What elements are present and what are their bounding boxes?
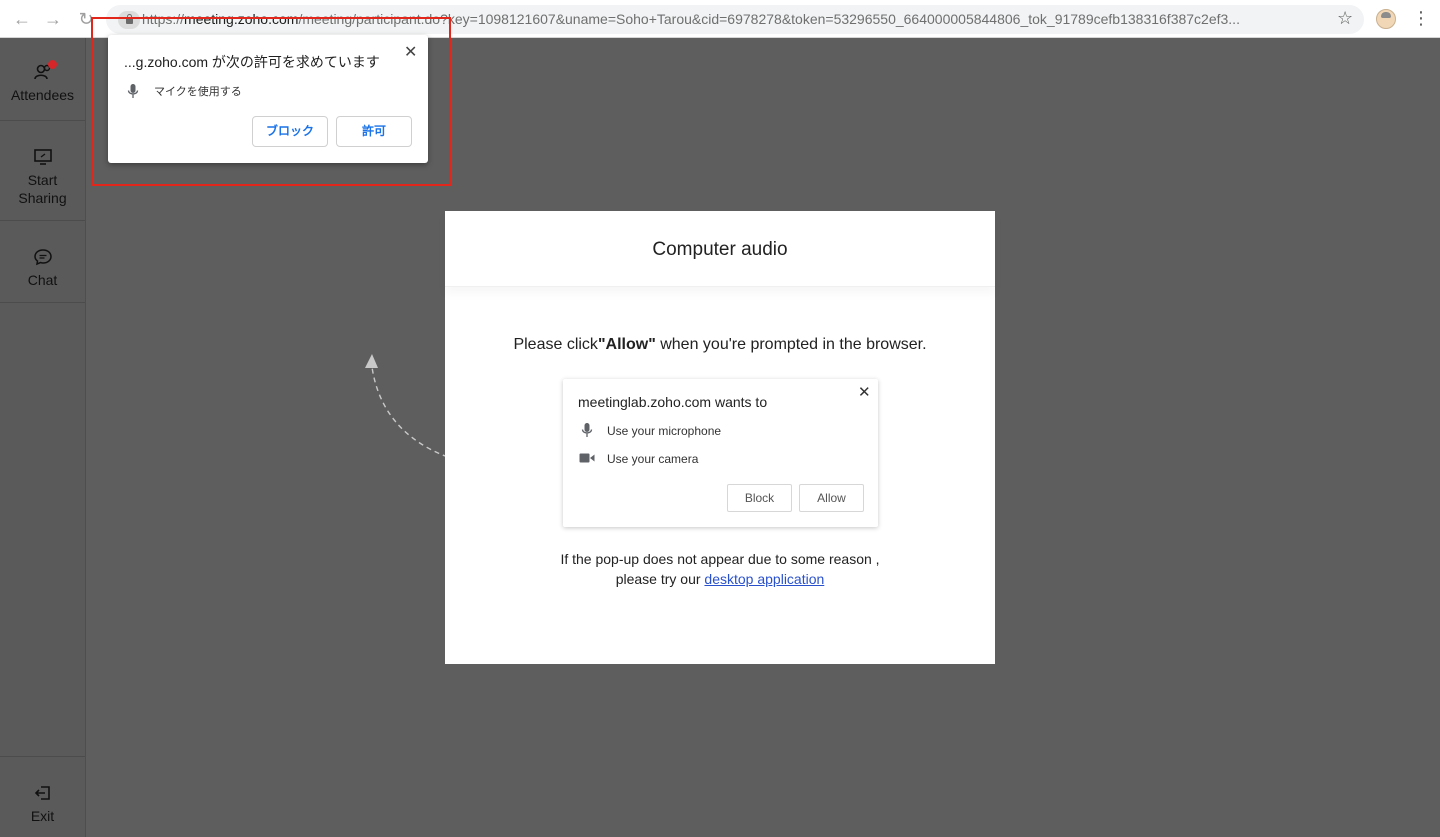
- permission-illustration: meetinglab.zoho.com wants to ✕ Use your …: [563, 379, 878, 527]
- sidebar-item-chat[interactable]: Chat: [0, 221, 85, 303]
- modal-instruction: Please click"Allow" when you're prompted…: [513, 336, 927, 353]
- screen-share-icon: [33, 149, 52, 165]
- illustration-mic-line: Use your microphone: [607, 424, 722, 438]
- sidebar-label-exit: Exit: [30, 808, 55, 824]
- meeting-sidebar: Attendees Start Sharing Chat Exit: [0, 38, 86, 837]
- exit-icon: [34, 786, 50, 800]
- desktop-application-link[interactable]: desktop application: [704, 571, 824, 587]
- camera-icon: [579, 453, 595, 463]
- sidebar-label-chat: Chat: [27, 272, 58, 288]
- sidebar-label-attendees: Attendees: [10, 87, 75, 103]
- microphone-icon: [581, 423, 593, 437]
- modal-title: Computer audio: [445, 211, 995, 287]
- highlight-box: [91, 17, 451, 186]
- illustration-block-button: Block: [727, 484, 792, 512]
- sidebar-item-attendees[interactable]: Attendees: [0, 38, 85, 121]
- notification-dot: [48, 60, 57, 69]
- back-icon[interactable]: ←: [12, 9, 32, 29]
- sidebar-item-start-sharing[interactable]: Start Sharing: [0, 121, 85, 221]
- computer-audio-modal: Computer audio Please click"Allow" when …: [445, 211, 995, 664]
- help-text: If the pop-up does not appear due to som…: [560, 551, 880, 587]
- sidebar-label-share-2: Sharing: [18, 190, 67, 206]
- bookmark-star-icon[interactable]: ☆: [1337, 8, 1353, 28]
- forward-icon[interactable]: →: [43, 9, 63, 29]
- sidebar-item-exit[interactable]: Exit: [0, 756, 85, 837]
- sidebar-label-share-1: Start: [27, 172, 58, 188]
- browser-menu-icon[interactable]: ⋮: [1412, 8, 1430, 28]
- illustration-title: meetinglab.zoho.com wants to: [578, 394, 768, 410]
- illustration-camera-line: Use your camera: [607, 452, 699, 466]
- illustration-allow-button: Allow: [799, 484, 864, 512]
- chat-icon: [33, 249, 52, 266]
- profile-avatar[interactable]: [1376, 9, 1396, 29]
- close-icon: ✕: [858, 384, 871, 401]
